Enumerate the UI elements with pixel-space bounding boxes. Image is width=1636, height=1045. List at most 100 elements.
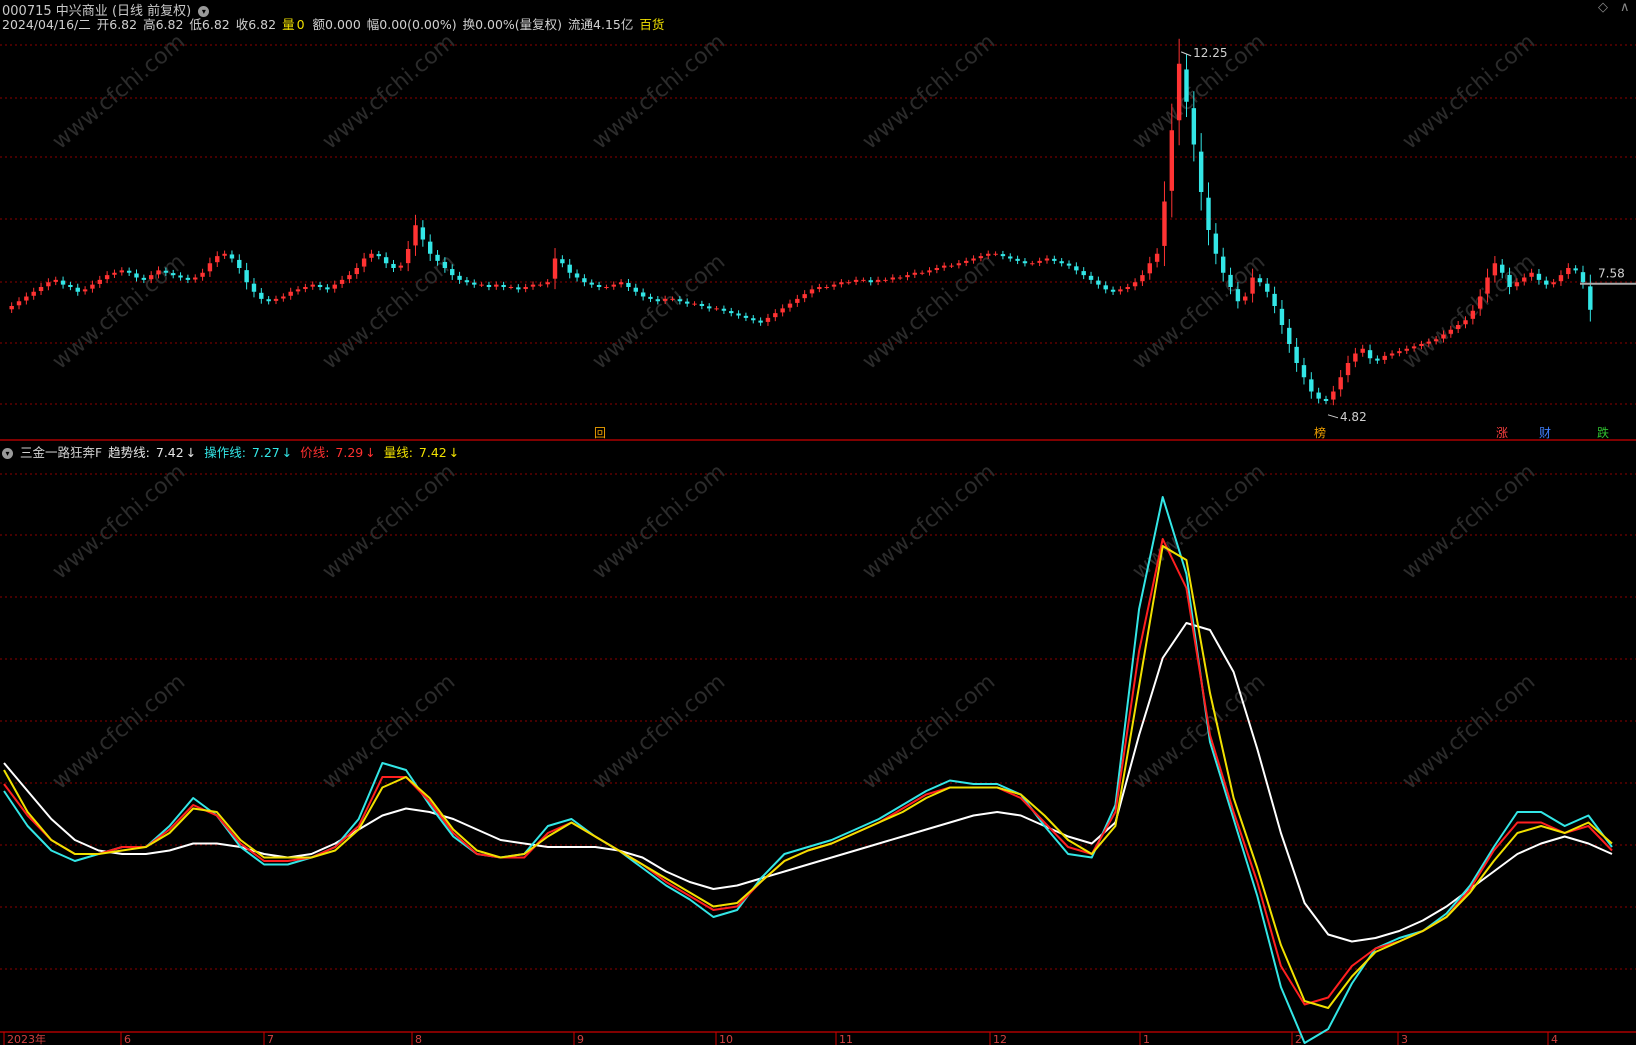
candle-body [1044, 258, 1050, 261]
x-tick-label: 6 [124, 1033, 131, 1045]
series-line-操作线 [3, 496, 1613, 1044]
candle-body [1030, 263, 1035, 265]
candle-body [765, 317, 771, 322]
x-tick-label: 1 [1143, 1033, 1150, 1045]
candle-body [648, 296, 653, 299]
candle-body [1235, 289, 1241, 302]
candle-body [1485, 277, 1490, 294]
candle-body [486, 284, 492, 287]
candle-body [1441, 334, 1446, 339]
candle-body [1301, 365, 1307, 378]
series-line-趋势线 [3, 622, 1613, 943]
candle-body [1118, 289, 1123, 292]
candle-body [611, 284, 616, 287]
candle-body [1345, 363, 1351, 376]
candle-body [193, 277, 198, 280]
candle-body [90, 284, 95, 289]
candle-body [1220, 256, 1226, 273]
candle-body [501, 284, 506, 287]
candle-body [450, 269, 455, 276]
candle-body [1052, 258, 1057, 261]
candle-body [1147, 263, 1152, 274]
candle-body [31, 291, 36, 296]
candle-body [1500, 264, 1505, 273]
candle-body [618, 282, 624, 285]
watermark-text: www.cfchi.com [1398, 669, 1540, 794]
candle-body [1323, 398, 1329, 401]
watermark-text: www.cfchi.com [318, 669, 460, 794]
candle-body [523, 287, 528, 290]
candle-body [1022, 261, 1028, 264]
candle-body [405, 249, 411, 264]
candle-body [846, 282, 851, 284]
candle-body [259, 292, 264, 299]
candle-body [46, 282, 51, 287]
candle-body [38, 287, 44, 292]
candle-body [1059, 261, 1064, 264]
candle-body [721, 308, 727, 311]
grid-lines [0, 44, 1636, 1033]
candle-body [1419, 344, 1424, 347]
series-line-价线 [3, 538, 1613, 1006]
candle-body [251, 283, 257, 292]
watermark-text: www.cfchi.com [318, 459, 460, 584]
candle-body [317, 284, 323, 287]
watermark-text: www.cfchi.com [48, 669, 190, 794]
candle-body [1360, 348, 1365, 353]
event-markers: 回榜涨财跌 [594, 425, 1609, 440]
candle-body [472, 282, 477, 285]
candle-body [545, 282, 550, 285]
candle-body [890, 277, 895, 280]
candle-body [1110, 289, 1116, 292]
candle-body [325, 287, 330, 290]
candle-body [1477, 296, 1483, 309]
candle-body [1382, 355, 1387, 360]
candle-body [802, 294, 807, 299]
candle-body [457, 275, 462, 280]
candle-body [662, 298, 668, 301]
candle-body [655, 299, 661, 302]
candle-body [1573, 268, 1578, 271]
candle-body [288, 291, 293, 296]
candle-body [1294, 346, 1299, 363]
candle-body [376, 254, 382, 257]
candle-body [1184, 69, 1189, 102]
x-axis: 2023年 6 7 8 9 10 11 12 1 2 3 4 [3, 1032, 1558, 1045]
candle-body [941, 265, 947, 268]
high-price-label: 12.25 [1193, 46, 1227, 60]
x-tick-label: 9 [577, 1033, 584, 1045]
candle-body [237, 259, 242, 268]
candle-body [626, 282, 631, 287]
candle-body [141, 277, 147, 280]
candle-body [560, 259, 565, 264]
candle-body [1588, 286, 1593, 310]
candle-body [295, 289, 301, 292]
candle-body [1140, 275, 1145, 282]
watermark-text: www.cfchi.com [588, 29, 730, 154]
candle-body [692, 303, 697, 305]
candle-body [1566, 268, 1571, 275]
candle-body [1213, 233, 1219, 254]
candle-body [1316, 392, 1321, 399]
candle-body [1279, 308, 1285, 325]
x-tick-label: 10 [719, 1033, 733, 1045]
x-tick-label: 12 [993, 1033, 1007, 1045]
candle-body [339, 279, 345, 284]
candle-body [1448, 329, 1454, 334]
candle-body [743, 315, 749, 318]
candle-body [787, 303, 793, 308]
candle-body [427, 241, 433, 254]
candle-body [1228, 274, 1233, 287]
candle-body [60, 280, 66, 285]
candle-body [435, 254, 440, 261]
watermark-text: www.cfchi.com [48, 459, 190, 584]
candle-body [1404, 348, 1409, 351]
stock-chart-canvas[interactable]: www.cfchi.com www.cfchi.com www.cfchi.com w… [0, 0, 1636, 1045]
watermark-text: www.cfchi.com [588, 669, 730, 794]
candle-body [1558, 275, 1564, 282]
candle-body [964, 260, 969, 263]
candle-body [1463, 320, 1468, 325]
candle-body [1206, 197, 1211, 230]
candle-body [126, 270, 132, 273]
candle-body [1455, 325, 1461, 330]
